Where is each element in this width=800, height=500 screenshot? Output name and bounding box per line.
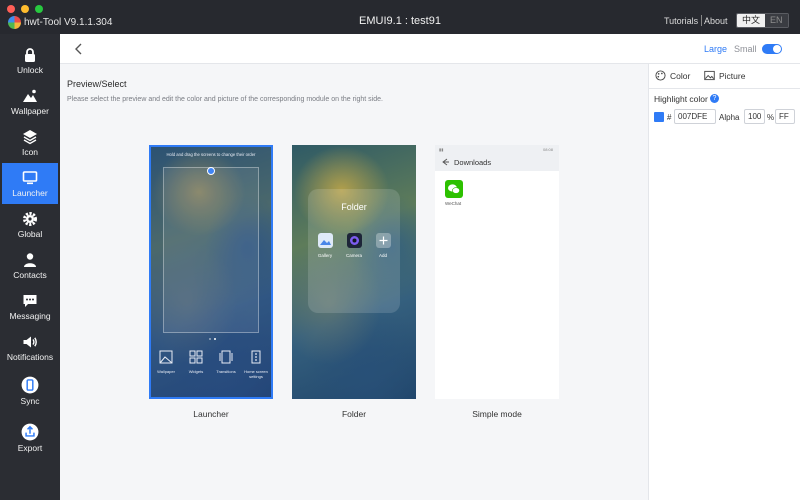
export-icon <box>21 423 39 440</box>
sidebar-item-label: Launcher <box>12 187 48 198</box>
sidebar-item-messaging[interactable]: Messaging <box>2 286 58 327</box>
tab-divider <box>649 88 800 89</box>
color-swatch[interactable] <box>654 112 664 122</box>
sidebar-item-label: Messaging <box>9 310 51 321</box>
folder-preview[interactable]: Folder Gallery Camera Add <box>292 145 416 399</box>
lock-icon <box>25 47 35 62</box>
sidebar-item-export[interactable]: Export <box>2 415 58 460</box>
launcher-caption: Launcher <box>193 409 229 419</box>
monitor-icon <box>22 170 38 184</box>
wechat-label: WeChat <box>445 201 462 206</box>
simple-mode-caption: Simple mode <box>472 409 522 419</box>
simple-mode-preview[interactable]: ▮▮ 08:08 Downloads WeChat <box>435 145 559 399</box>
language-chinese[interactable]: 中文 <box>737 14 766 27</box>
sidebar-item-label: Contacts <box>13 269 47 280</box>
sidebar-item-launcher[interactable]: Launcher <box>2 163 58 204</box>
folder-caption: Folder <box>341 409 367 419</box>
signal-icon: ▮▮ <box>439 147 444 152</box>
sidebar-item-wallpaper[interactable]: Wallpaper <box>2 81 58 122</box>
alpha-label: Alpha <box>719 113 740 122</box>
dock-label: Widgets <box>188 369 204 374</box>
section-title: Preview/Select <box>67 79 127 89</box>
sidebar-item-notifications[interactable]: Notifications <box>2 327 58 368</box>
highlight-color-label: Highlight color <box>654 94 708 104</box>
tab-picture-label: Picture <box>719 70 746 81</box>
transitions-icon <box>219 350 233 364</box>
wallpaper-icon <box>23 89 37 102</box>
wallpaper-tile-icon <box>159 350 173 364</box>
gallery-app-icon <box>317 233 333 248</box>
wechat-icon <box>445 180 463 198</box>
about-link[interactable]: About <box>704 16 728 26</box>
layers-icon <box>23 129 37 144</box>
folder-apps: Gallery Camera Add <box>314 233 394 258</box>
person-icon <box>24 252 36 267</box>
main-content: Large Small Preview/Select Please select… <box>60 34 800 500</box>
app-label: Add <box>378 253 387 258</box>
language-switch: 中文 EN <box>736 13 789 28</box>
app-label: Gallery <box>317 253 333 258</box>
launcher-dock: Wallpaper Widgets Transitions Home scree… <box>151 350 271 379</box>
back-arrow-icon[interactable] <box>72 42 86 56</box>
sidebar-item-label: Sync <box>20 395 40 406</box>
sidebar-item-label: Global <box>17 228 43 239</box>
add-app-icon <box>375 233 391 248</box>
launcher-hint-text: Hold and drag the screens to change thei… <box>166 152 256 157</box>
hash-symbol: # <box>667 113 672 122</box>
info-icon[interactable]: ? <box>710 94 719 103</box>
sidebar-item-icon[interactable]: Icon <box>2 122 58 163</box>
status-time: 08:08 <box>543 147 554 152</box>
image-icon <box>704 70 715 81</box>
sidebar-item-label: Export <box>17 442 43 453</box>
sidebar-item-label: Notifications <box>6 351 54 362</box>
tab-color-label: Color <box>670 70 691 81</box>
title-bar: hwt-Tool V9.1.1.304 EMUI9.1 : test91 Tut… <box>0 0 800 34</box>
sidebar-item-label: Wallpaper <box>11 105 49 116</box>
minimize-window-button[interactable] <box>21 5 29 13</box>
downloads-title: Downloads <box>454 158 492 167</box>
app-label: Camera <box>345 253 362 258</box>
percent-symbol: % <box>767 113 775 122</box>
back-arrow-icon <box>442 158 449 166</box>
sidebar-item-sync[interactable]: Sync <box>2 368 58 413</box>
sidebar: Unlock Wallpaper Icon Launcher Global Co… <box>0 34 60 500</box>
camera-app-icon <box>346 233 362 248</box>
alpha-input[interactable] <box>744 109 765 124</box>
dock-label: Wallpaper <box>157 369 175 374</box>
chat-icon <box>23 294 37 307</box>
language-english[interactable]: EN <box>765 14 788 27</box>
size-toggle[interactable] <box>762 44 782 54</box>
page-indicator <box>209 338 216 340</box>
tab-picture[interactable]: Picture <box>704 70 745 81</box>
section-description: Please select the preview and edit the c… <box>67 96 383 103</box>
widgets-icon <box>189 350 203 364</box>
phone-icon <box>21 376 39 393</box>
alpha-hex-input[interactable] <box>775 109 795 124</box>
folder-title: Folder <box>341 202 367 212</box>
top-toolbar: Large Small <box>60 34 800 64</box>
more-settings-icon <box>251 350 261 364</box>
sidebar-item-contacts[interactable]: Contacts <box>2 245 58 286</box>
link-divider <box>701 15 702 26</box>
tab-color[interactable]: Color <box>655 70 690 81</box>
zoom-window-button[interactable] <box>35 5 43 13</box>
toggle-knob <box>773 45 781 53</box>
hex-color-input[interactable] <box>674 109 716 124</box>
sidebar-item-label: Icon <box>21 146 39 157</box>
palette-icon <box>655 70 666 81</box>
gear-icon <box>23 211 37 226</box>
screen-thumbnail <box>163 167 259 333</box>
speaker-icon <box>23 336 37 347</box>
properties-panel: Color Picture Highlight color ? # Alpha … <box>648 64 800 500</box>
tutorials-link[interactable]: Tutorials <box>664 16 698 26</box>
size-small-option[interactable]: Small <box>734 44 757 54</box>
dock-label: Transitions <box>216 369 236 374</box>
launcher-preview[interactable]: Hold and drag the screens to change thei… <box>149 145 273 399</box>
sidebar-item-label: Unlock <box>17 64 43 75</box>
close-window-button[interactable] <box>7 5 15 13</box>
sidebar-item-global[interactable]: Global <box>2 204 58 245</box>
size-large-option[interactable]: Large <box>704 44 727 54</box>
sidebar-item-unlock[interactable]: Unlock <box>2 40 58 81</box>
dock-label: Home screen settings <box>244 369 268 379</box>
